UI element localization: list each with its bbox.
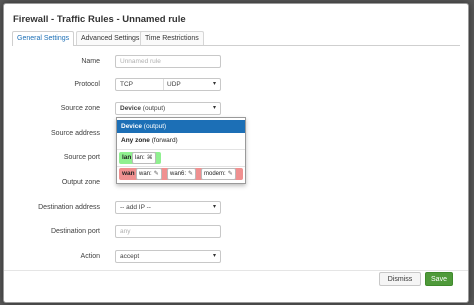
destination-address-value: -- add IP -- xyxy=(120,204,151,211)
network-icon: ✎ xyxy=(153,171,159,177)
network-lan-label: lan: xyxy=(135,155,145,161)
chevron-down-icon: ▾ xyxy=(212,81,216,87)
rule-dialog: Firewall - Traffic Rules - Unnamed rule … xyxy=(3,3,469,303)
destination-address-label: Destination address xyxy=(38,204,100,211)
destination-address-select[interactable]: -- add IP -- ▾ xyxy=(115,201,221,214)
network-wan6-label: wan6: xyxy=(170,171,187,177)
network-chip-wan6: wan6: ✎ xyxy=(167,168,197,180)
protocol-select[interactable]: TCP UDP ▾ xyxy=(115,78,221,91)
protocol-label: Protocol xyxy=(74,81,100,88)
protocol-divider xyxy=(163,79,164,90)
dropdown-item-wan[interactable]: wan wan: ✎ wan6: ✎ modem: ✎ xyxy=(119,168,243,180)
output-zone-label: Output zone xyxy=(61,179,100,186)
dropdown-item-device-label: Device xyxy=(121,123,142,130)
network-chip-wan: wan: ✎ xyxy=(136,168,162,180)
tab-general-settings[interactable]: General Settings xyxy=(12,31,75,46)
dropdown-separator xyxy=(117,149,245,150)
source-zone-value-note: (output) xyxy=(142,105,166,112)
network-chip-modem: modem: ✎ xyxy=(201,168,236,180)
dropdown-separator xyxy=(117,166,245,167)
dropdown-item-any-zone[interactable]: Any zone (forward) xyxy=(117,134,245,147)
dropdown-item-any-zone-note: (forward) xyxy=(151,137,178,144)
chevron-down-icon: ▾ xyxy=(212,204,216,210)
action-value: accept xyxy=(120,253,140,260)
dropdown-item-lan[interactable]: lan lan: ⌘ xyxy=(119,152,161,164)
source-address-label: Source address xyxy=(50,130,100,137)
name-input[interactable]: Unnamed rule xyxy=(115,55,221,68)
dialog-title: Firewall - Traffic Rules - Unnamed rule xyxy=(13,14,186,25)
action-label: Action xyxy=(80,253,100,260)
tab-advanced-settings[interactable]: Advanced Settings xyxy=(76,31,145,45)
destination-port-label: Destination port xyxy=(50,228,100,235)
source-zone-dropdown: Device (output) Any zone (forward) lan l… xyxy=(116,117,246,184)
source-zone-value: Device xyxy=(120,105,141,112)
footer-divider xyxy=(4,270,468,271)
destination-port-input[interactable]: any xyxy=(115,225,221,238)
source-zone-select[interactable]: Device (output) ▾ xyxy=(115,102,221,115)
network-chip-lan: lan: ⌘ xyxy=(132,152,156,164)
source-zone-label: Source zone xyxy=(60,105,100,112)
dropdown-item-device-note: (output) xyxy=(143,123,167,130)
tab-time-restrictions[interactable]: Time Restrictions xyxy=(140,31,204,45)
action-select[interactable]: accept ▾ xyxy=(115,250,221,263)
zone-wan-label: wan xyxy=(122,170,135,177)
source-port-label: Source port xyxy=(63,154,100,161)
chevron-down-icon: ▾ xyxy=(212,105,216,111)
dismiss-button[interactable]: Dismiss xyxy=(379,272,421,286)
network-wan-label: wan: xyxy=(139,171,152,177)
name-label: Name xyxy=(81,58,100,65)
chevron-down-icon: ▾ xyxy=(212,253,216,259)
protocol-tcp: TCP xyxy=(120,81,133,88)
network-modem-label: modem: xyxy=(204,171,226,177)
dropdown-item-any-zone-label: Any zone xyxy=(121,137,150,144)
tab-bar: General Settings Advanced Settings Time … xyxy=(12,31,460,46)
network-icon: ✎ xyxy=(227,171,233,177)
save-button[interactable]: Save xyxy=(425,272,453,286)
protocol-udp: UDP xyxy=(167,81,181,88)
dropdown-item-device[interactable]: Device (output) xyxy=(117,120,245,133)
network-icon: ✎ xyxy=(188,171,194,177)
network-icon: ⌘ xyxy=(146,155,153,161)
